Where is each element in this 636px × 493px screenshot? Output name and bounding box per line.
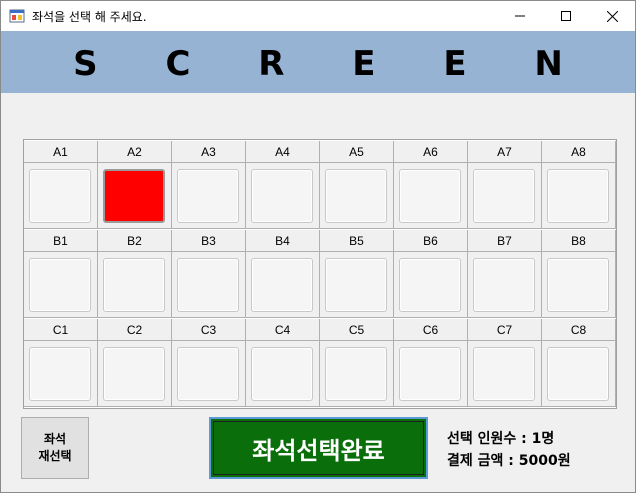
seat-button-c2[interactable] bbox=[103, 347, 165, 401]
seat-button-c8[interactable] bbox=[547, 347, 609, 401]
maximize-icon bbox=[561, 11, 571, 21]
seat-button-b2[interactable] bbox=[103, 258, 165, 312]
seat-button-a7[interactable] bbox=[473, 169, 535, 223]
seat-button-a2[interactable] bbox=[103, 169, 165, 223]
seat-label-a1: A1 bbox=[24, 141, 98, 163]
seat-button-c3[interactable] bbox=[177, 347, 239, 401]
seat-label-a6: A6 bbox=[394, 141, 468, 163]
complete-selection-button[interactable]: 좌석선택완료 bbox=[209, 417, 428, 479]
seat-button-a1[interactable] bbox=[29, 169, 91, 223]
title-bar[interactable]: 좌석을 선택 해 주세요. bbox=[1, 1, 635, 31]
seat-label-c2: C2 bbox=[98, 319, 172, 341]
seat-button-c1[interactable] bbox=[29, 347, 91, 401]
seat-button-a4[interactable] bbox=[251, 169, 313, 223]
seat-button-c7[interactable] bbox=[473, 347, 535, 401]
seat-label-b2: B2 bbox=[98, 230, 172, 252]
reselect-seats-button[interactable]: 좌석 재선택 bbox=[21, 417, 89, 479]
seat-label-a7: A7 bbox=[468, 141, 542, 163]
seat-button-a8[interactable] bbox=[547, 169, 609, 223]
seat-label-c7: C7 bbox=[468, 319, 542, 341]
seat-label-a3: A3 bbox=[172, 141, 246, 163]
seat-button-c5[interactable] bbox=[325, 347, 387, 401]
maximize-button[interactable] bbox=[543, 1, 589, 31]
total-price-text: 결제 금액 : 5000원 bbox=[447, 453, 571, 469]
seat-label-a5: A5 bbox=[320, 141, 394, 163]
seat-label-b6: B6 bbox=[394, 230, 468, 252]
close-button[interactable] bbox=[589, 1, 635, 31]
screen-label: S C R E E N bbox=[73, 44, 591, 84]
seat-label-c3: C3 bbox=[172, 319, 246, 341]
seat-selection-window: 좌석을 선택 해 주세요. S C R E E N A1 A2 A3 A4 A5 A6 A7… bbox=[0, 0, 636, 493]
seat-label-c1: C1 bbox=[24, 319, 98, 341]
seat-label-a8: A8 bbox=[542, 141, 616, 163]
seat-button-a5[interactable] bbox=[325, 169, 387, 223]
seat-label-a2: A2 bbox=[98, 141, 172, 163]
seat-button-b6[interactable] bbox=[399, 258, 461, 312]
close-icon bbox=[606, 10, 618, 22]
seat-label-c8: C8 bbox=[542, 319, 616, 341]
minimize-button[interactable] bbox=[497, 1, 543, 31]
app-icon bbox=[9, 9, 25, 23]
seat-button-a3[interactable] bbox=[177, 169, 239, 223]
minimize-icon bbox=[515, 15, 525, 17]
seat-button-a6[interactable] bbox=[399, 169, 461, 223]
seat-label-b5: B5 bbox=[320, 230, 394, 252]
seat-label-c5: C5 bbox=[320, 319, 394, 341]
seat-button-b4[interactable] bbox=[251, 258, 313, 312]
seat-button-b1[interactable] bbox=[29, 258, 91, 312]
seat-label-c4: C4 bbox=[246, 319, 320, 341]
seat-label-b8: B8 bbox=[542, 230, 616, 252]
selected-count-text: 선택 인원수 : 1명 bbox=[447, 431, 555, 447]
window-title: 좌석을 선택 해 주세요. bbox=[32, 10, 147, 24]
seat-label-b7: B7 bbox=[468, 230, 542, 252]
seat-button-b5[interactable] bbox=[325, 258, 387, 312]
seat-button-c6[interactable] bbox=[399, 347, 461, 401]
seat-label-b3: B3 bbox=[172, 230, 246, 252]
seat-label-b1: B1 bbox=[24, 230, 98, 252]
seat-button-c4[interactable] bbox=[251, 347, 313, 401]
focus-outline bbox=[213, 421, 424, 475]
seat-label-c6: C6 bbox=[394, 319, 468, 341]
seat-grid: A1 A2 A3 A4 A5 A6 A7 A8 B1 B2 B3 B4 B5 B6 B7 B8 C1 C2 C3 C4… bbox=[23, 139, 617, 409]
seat-button-b7[interactable] bbox=[473, 258, 535, 312]
screen-banner: S C R E E N bbox=[1, 31, 635, 93]
seat-button-b8[interactable] bbox=[547, 258, 609, 312]
seat-button-b3[interactable] bbox=[177, 258, 239, 312]
seat-label-a4: A4 bbox=[246, 141, 320, 163]
seat-label-b4: B4 bbox=[246, 230, 320, 252]
